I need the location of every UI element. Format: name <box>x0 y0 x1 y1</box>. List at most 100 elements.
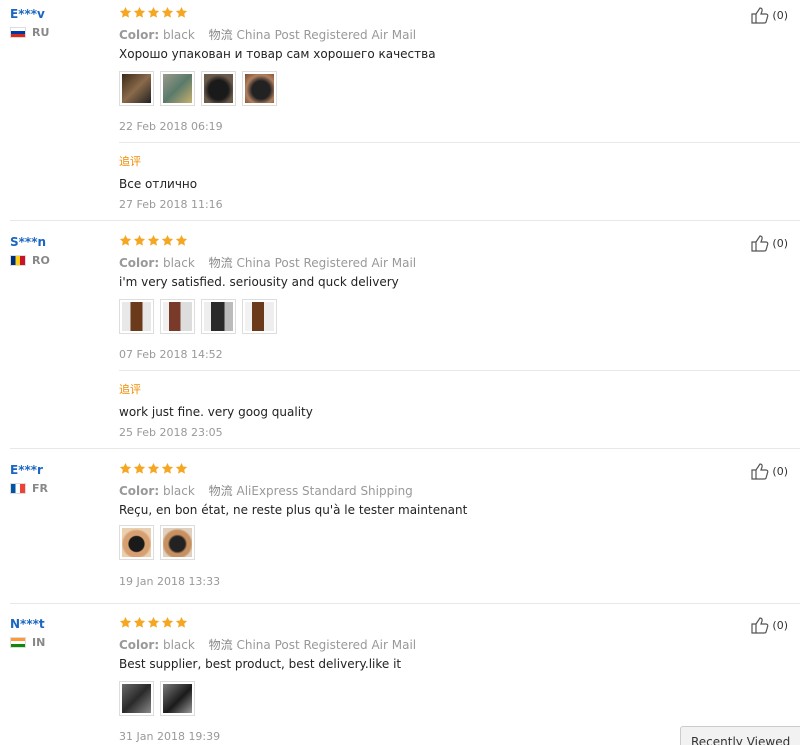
country-code: FR <box>32 482 48 495</box>
star-icon <box>161 616 174 629</box>
country-code: IN <box>32 636 46 649</box>
star-rating <box>119 616 188 629</box>
star-rating <box>119 6 188 19</box>
order-info: Color: black 物流 AliExpress Standard Ship… <box>119 482 413 499</box>
reviewer-name[interactable]: E***r <box>10 462 48 478</box>
star-icon <box>175 6 188 19</box>
thumbs-up-icon <box>751 235 769 252</box>
helpful-count: (0) <box>772 464 788 478</box>
reviewer-info: N***t IN <box>10 616 45 649</box>
review-date: 07 Feb 2018 14:52 <box>119 348 223 361</box>
review-photo[interactable] <box>119 525 154 560</box>
review-photo[interactable] <box>160 71 195 106</box>
review-photo[interactable] <box>201 299 236 334</box>
star-icon <box>161 234 174 247</box>
review-photo[interactable] <box>119 71 154 106</box>
reviewer-country: FR <box>10 482 48 495</box>
star-icon <box>119 616 132 629</box>
country-code: RU <box>32 26 50 39</box>
review-divider <box>10 603 800 604</box>
additional-feedback-date: 27 Feb 2018 11:16 <box>119 198 223 211</box>
review-date: 22 Feb 2018 06:19 <box>119 120 223 133</box>
thumbs-up-icon <box>751 617 769 634</box>
shipping-label: 物流 <box>208 28 233 42</box>
review-photo[interactable] <box>160 525 195 560</box>
additional-feedback-text: Все отлично <box>119 177 198 191</box>
review-text: Best supplier, best product, best delive… <box>119 657 402 671</box>
color-label: Color: <box>119 484 160 498</box>
star-icon <box>175 462 188 475</box>
recently-viewed-tab[interactable]: Recently Viewed <box>680 726 800 745</box>
flag-ro-icon <box>10 255 26 266</box>
color-label: Color: <box>119 638 160 652</box>
reviewer-name[interactable]: E***v <box>10 6 49 22</box>
review-photo[interactable] <box>119 299 154 334</box>
country-code: RO <box>32 254 50 267</box>
flag-ru-icon <box>10 27 26 38</box>
shipping-value: China Post Registered Air Mail <box>236 638 417 652</box>
color-label: Color: <box>119 256 160 270</box>
reviewer-name[interactable]: N***t <box>10 616 45 632</box>
review-photo[interactable] <box>201 71 236 106</box>
star-icon <box>119 6 132 19</box>
review-photos <box>119 71 277 106</box>
star-icon <box>147 462 160 475</box>
order-info: Color: black 物流 China Post Registered Ai… <box>119 26 416 43</box>
star-rating <box>119 462 188 475</box>
star-icon <box>119 234 132 247</box>
flag-fr-icon <box>10 483 26 494</box>
star-icon <box>133 616 146 629</box>
order-info: Color: black 物流 China Post Registered Ai… <box>119 254 416 271</box>
helpful-button[interactable]: (0) <box>750 6 788 24</box>
review-photos <box>119 681 195 716</box>
divider <box>119 142 800 143</box>
additional-feedback-label: 追评 <box>119 383 141 396</box>
review-photo[interactable] <box>242 299 277 334</box>
reviewer-info: E***v RU <box>10 6 49 39</box>
star-icon <box>147 6 160 19</box>
order-info: Color: black 物流 China Post Registered Ai… <box>119 636 416 653</box>
shipping-value: AliExpress Standard Shipping <box>236 484 413 498</box>
star-icon <box>161 6 174 19</box>
review-divider <box>10 220 800 221</box>
color-value: black <box>162 256 195 270</box>
review-photo[interactable] <box>160 299 195 334</box>
color-value: black <box>162 28 195 42</box>
review-photos <box>119 525 195 560</box>
reviewer-name[interactable]: S***n <box>10 234 50 250</box>
star-icon <box>147 234 160 247</box>
review-photo[interactable] <box>119 681 154 716</box>
shipping-label: 物流 <box>208 256 233 270</box>
star-icon <box>161 462 174 475</box>
divider <box>119 370 800 371</box>
shipping-label: 物流 <box>208 484 233 498</box>
helpful-count: (0) <box>772 8 788 22</box>
review-photo[interactable] <box>242 71 277 106</box>
review-photo[interactable] <box>160 681 195 716</box>
reviewer-country: RO <box>10 254 50 267</box>
star-icon <box>175 234 188 247</box>
helpful-button[interactable]: (0) <box>750 234 788 252</box>
reviewer-country: IN <box>10 636 45 649</box>
additional-feedback-date: 25 Feb 2018 23:05 <box>119 426 223 439</box>
review-divider <box>10 448 800 449</box>
color-value: black <box>162 484 195 498</box>
color-value: black <box>162 638 195 652</box>
star-icon <box>175 616 188 629</box>
helpful-button[interactable]: (0) <box>750 616 788 634</box>
additional-feedback-text: work just fine. very goog quality <box>119 405 313 419</box>
review-text: Reçu, en bon état, ne reste plus qu'à le… <box>119 503 468 517</box>
flag-in-icon <box>10 637 26 648</box>
helpful-count: (0) <box>772 236 788 250</box>
star-icon <box>133 234 146 247</box>
star-icon <box>133 462 146 475</box>
helpful-count: (0) <box>772 618 788 632</box>
shipping-value: China Post Registered Air Mail <box>236 28 417 42</box>
reviewer-country: RU <box>10 26 49 39</box>
reviewer-info: S***n RO <box>10 234 50 267</box>
shipping-label: 物流 <box>208 638 233 652</box>
thumbs-up-icon <box>751 7 769 24</box>
helpful-button[interactable]: (0) <box>750 462 788 480</box>
review-text: Хорошо упакован и товар сам хорошего кач… <box>119 47 436 61</box>
star-icon <box>133 6 146 19</box>
